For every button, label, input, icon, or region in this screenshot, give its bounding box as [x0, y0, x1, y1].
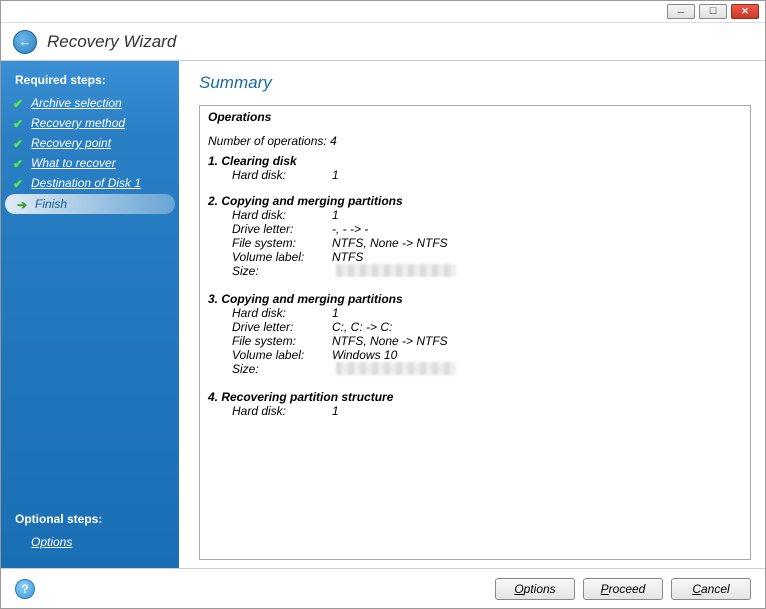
required-steps-header: Required steps: — [1, 69, 179, 93]
operation-details: Hard disk:1Drive letter:-, - -> -File sy… — [208, 208, 742, 280]
detail-key: Drive letter: — [232, 320, 332, 334]
detail-key: Hard disk: — [232, 168, 332, 182]
footer: ? Options Proceed Cancel — [1, 568, 765, 608]
operation-detail-row: Hard disk:1 — [232, 306, 742, 320]
operation-detail-row: Hard disk:1 — [232, 404, 742, 418]
operation-detail-row: Size: — [232, 362, 742, 378]
operation-3: 3. Copying and merging partitionsHard di… — [208, 292, 742, 378]
sidebar-step-0[interactable]: ✔ Archive selection — [1, 93, 179, 113]
detail-key: Volume label: — [232, 348, 332, 362]
step-label: Destination of Disk 1 — [31, 176, 141, 190]
operation-1: 1. Clearing diskHard disk:1 — [208, 154, 742, 182]
detail-value: -, - -> - — [332, 222, 368, 236]
detail-key: Hard disk: — [232, 404, 332, 418]
arrow-icon: ➔ — [17, 198, 29, 210]
summary-title: Summary — [199, 73, 751, 93]
step-label: What to recover — [31, 156, 116, 170]
cancel-button-rest: ancel — [701, 582, 730, 596]
check-icon: ✔ — [13, 97, 25, 109]
optional-steps-header: Optional steps: — [1, 508, 179, 532]
detail-value: Windows 10 — [332, 348, 397, 362]
detail-value: 1 — [332, 168, 339, 182]
detail-key: File system: — [232, 334, 332, 348]
operation-detail-row: Hard disk:1 — [232, 208, 742, 222]
check-icon: ✔ — [13, 137, 25, 149]
operation-detail-row: Drive letter:C:, C: -> C: — [232, 320, 742, 334]
detail-key: Size: — [232, 264, 332, 280]
operations-count: Number of operations: 4 — [208, 134, 742, 148]
back-button[interactable]: ← — [13, 30, 37, 54]
operation-title: 3. Copying and merging partitions — [208, 292, 742, 306]
redacted-value — [336, 362, 456, 375]
operation-title: 4. Recovering partition structure — [208, 390, 742, 404]
check-icon: ✔ — [13, 157, 25, 169]
detail-value: NTFS — [332, 250, 363, 264]
operation-details: Hard disk:1 — [208, 404, 742, 418]
check-icon: ✔ — [13, 177, 25, 189]
options-button-rest: ptions — [524, 582, 556, 596]
operation-detail-row: Volume label:NTFS — [232, 250, 742, 264]
close-button[interactable]: ✕ — [731, 4, 759, 19]
cancel-button[interactable]: Cancel — [671, 578, 751, 600]
detail-value — [332, 362, 456, 378]
operation-details: Hard disk:1 — [208, 168, 742, 182]
operations-box: Operations Number of operations: 4 1. Cl… — [199, 105, 751, 560]
sidebar-step-3[interactable]: ✔ What to recover — [1, 153, 179, 173]
detail-key: Hard disk: — [232, 208, 332, 222]
minimize-button[interactable]: ─ — [667, 4, 695, 19]
sidebar-step-2[interactable]: ✔ Recovery point — [1, 133, 179, 153]
sidebar: Required steps: ✔ Archive selection ✔ Recov… — [1, 61, 179, 568]
detail-key: Drive letter: — [232, 222, 332, 236]
operation-2: 2. Copying and merging partitionsHard di… — [208, 194, 742, 280]
optional-step-label: Options — [31, 535, 72, 549]
check-icon: ✔ — [13, 117, 25, 129]
header: ← Recovery Wizard — [1, 23, 765, 61]
back-arrow-icon: ← — [19, 34, 32, 49]
step-label: Recovery point — [31, 136, 111, 150]
detail-key: Volume label: — [232, 250, 332, 264]
detail-value: 1 — [332, 306, 339, 320]
step-label: Recovery method — [31, 116, 125, 130]
operation-detail-row: Size: — [232, 264, 742, 280]
sidebar-step-1[interactable]: ✔ Recovery method — [1, 113, 179, 133]
titlebar: ─ ☐ ✕ — [1, 1, 765, 23]
proceed-button-rest: roceed — [609, 582, 646, 596]
operation-detail-row: Volume label:Windows 10 — [232, 348, 742, 362]
detail-value: 1 — [332, 404, 339, 418]
operation-title: 1. Clearing disk — [208, 154, 742, 168]
operation-detail-row: Hard disk:1 — [232, 168, 742, 182]
detail-value: NTFS, None -> NTFS — [332, 236, 448, 250]
help-icon[interactable]: ? — [15, 579, 35, 599]
detail-key: Size: — [232, 362, 332, 378]
maximize-button[interactable]: ☐ — [699, 4, 727, 19]
operations-header: Operations — [208, 110, 742, 124]
proceed-button[interactable]: Proceed — [583, 578, 663, 600]
operation-detail-row: File system:NTFS, None -> NTFS — [232, 236, 742, 250]
detail-value — [332, 264, 456, 280]
operation-detail-row: Drive letter:-, - -> - — [232, 222, 742, 236]
sidebar-step-5: ➔ Finish — [5, 194, 175, 214]
detail-key: File system: — [232, 236, 332, 250]
redacted-value — [336, 264, 456, 277]
sidebar-step-4[interactable]: ✔ Destination of Disk 1 — [1, 173, 179, 193]
sidebar-optional-0[interactable]: Options — [1, 532, 179, 552]
wizard-title: Recovery Wizard — [47, 32, 176, 52]
detail-value: C:, C: -> C: — [332, 320, 392, 334]
detail-value: 1 — [332, 208, 339, 222]
operation-detail-row: File system:NTFS, None -> NTFS — [232, 334, 742, 348]
operation-4: 4. Recovering partition structureHard di… — [208, 390, 742, 418]
detail-key: Hard disk: — [232, 306, 332, 320]
detail-value: NTFS, None -> NTFS — [332, 334, 448, 348]
operation-details: Hard disk:1Drive letter:C:, C: -> C:File… — [208, 306, 742, 378]
step-label: Archive selection — [31, 96, 122, 110]
main-panel: Summary Operations Number of operations:… — [179, 61, 765, 568]
operation-title: 2. Copying and merging partitions — [208, 194, 742, 208]
options-button[interactable]: Options — [495, 578, 575, 600]
step-label: Finish — [35, 197, 67, 211]
